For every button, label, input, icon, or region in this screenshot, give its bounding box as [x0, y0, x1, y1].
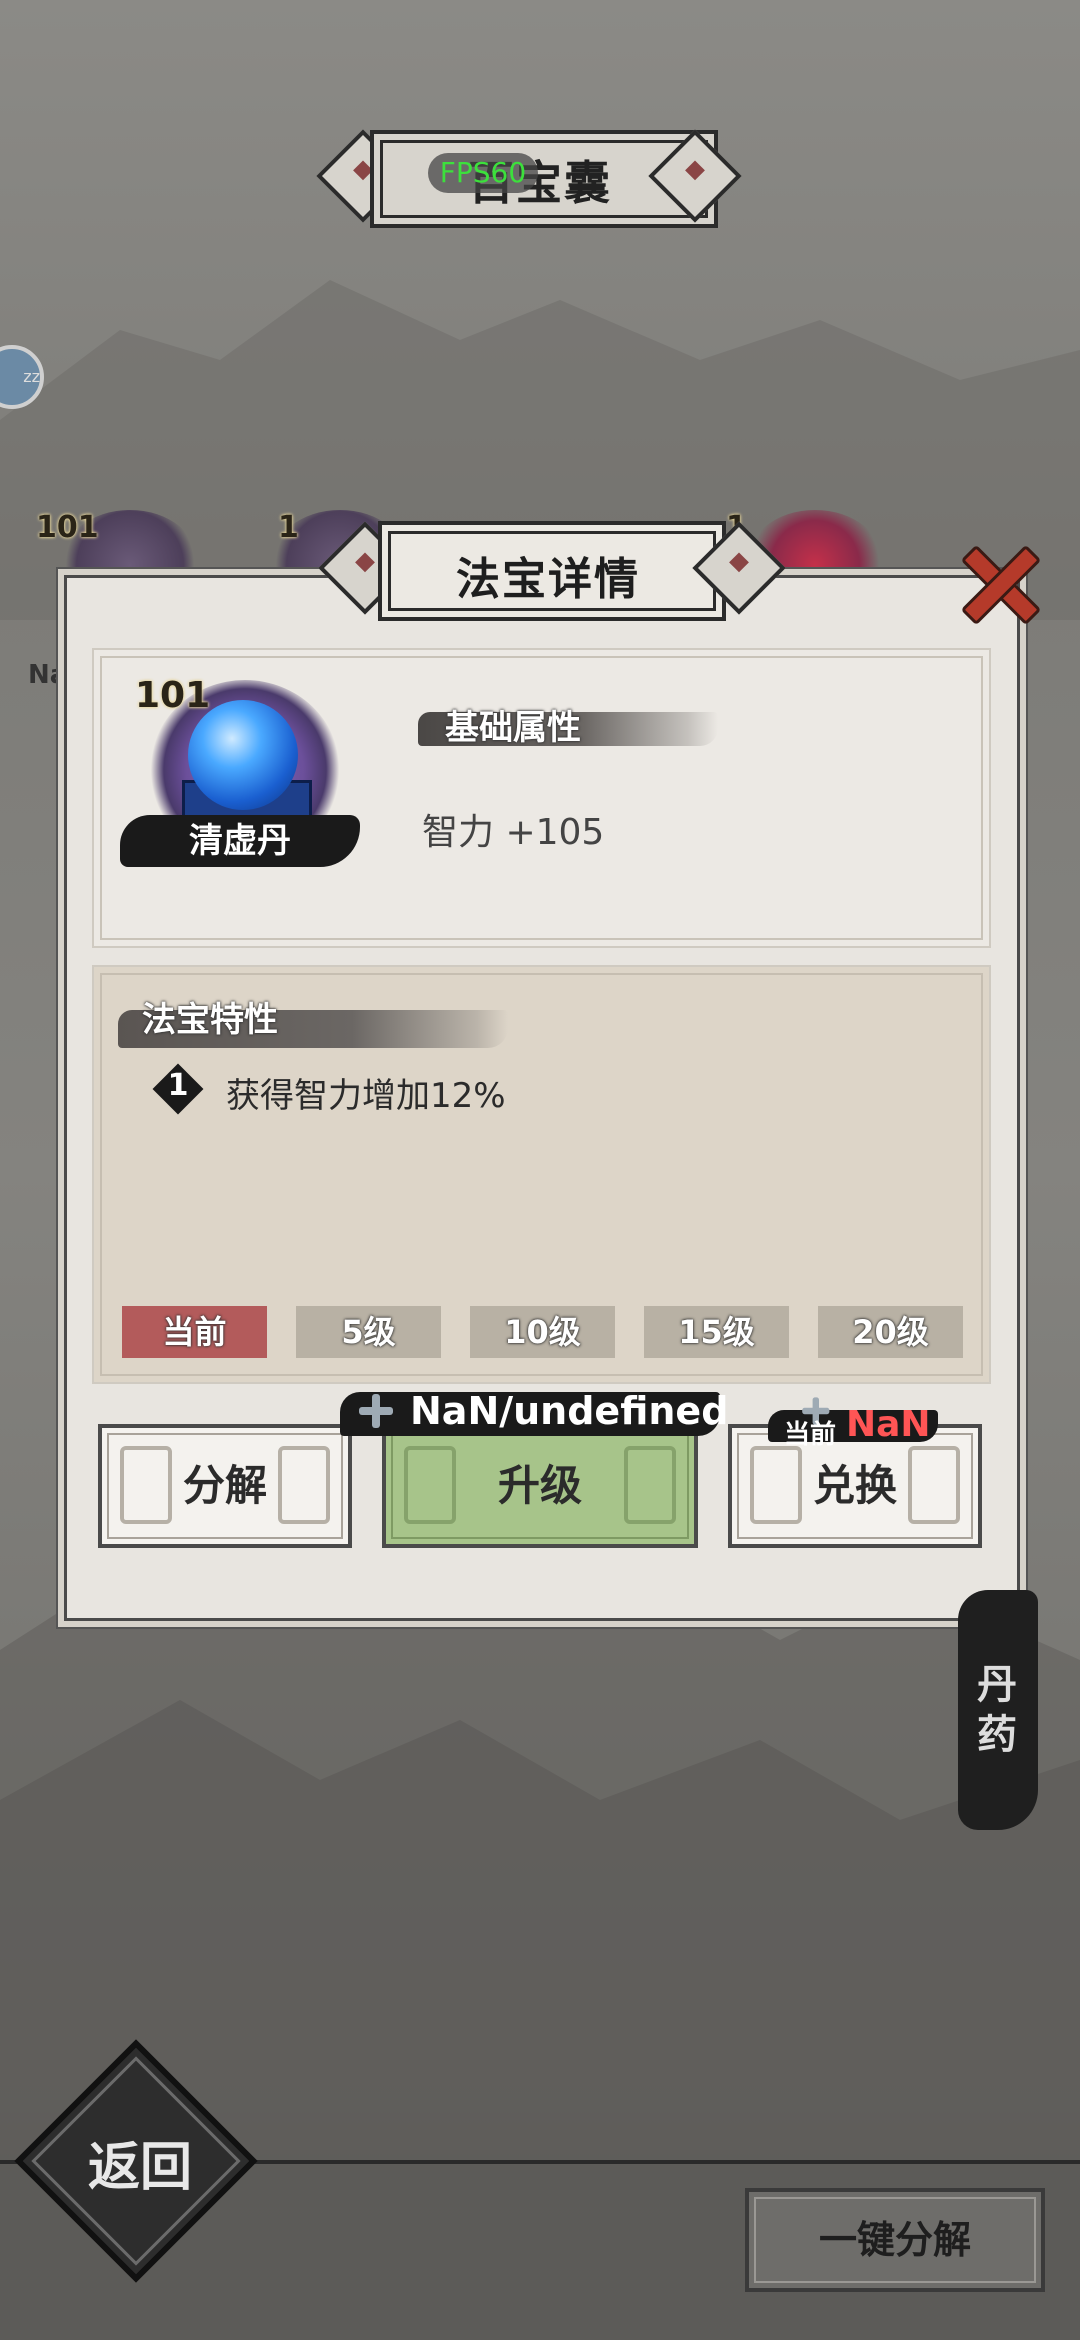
close-button[interactable]: [955, 540, 1042, 626]
button-ornament-right: [278, 1446, 330, 1524]
modal-title: 法宝详情: [456, 554, 640, 605]
button-ornament-right: [624, 1446, 676, 1524]
stat-intelligence: 智力 +105: [422, 812, 605, 853]
upgrade-cost: NaN/undefined: [410, 1389, 729, 1433]
screen-title-banner: 百宝囊: [316, 125, 750, 228]
modal-title-banner: 法宝详情: [318, 517, 786, 621]
button-ornament-right: [908, 1446, 960, 1524]
trait-number: 1: [167, 1068, 189, 1103]
decompose-button[interactable]: 分解: [98, 1424, 352, 1548]
screen-title: 百宝囊: [468, 156, 612, 210]
item-orb-icon[interactable]: [188, 700, 298, 810]
basic-attr-label: 基础属性: [445, 708, 581, 748]
exchange-label: 兑换: [812, 1461, 897, 1510]
button-ornament-left: [120, 1446, 172, 1524]
fps-counter: FPS60: [428, 153, 538, 193]
decompose-label: 分解: [182, 1461, 267, 1510]
button-ornament-left: [750, 1446, 802, 1524]
item-name: 清虚丹: [120, 815, 360, 867]
side-tab-label: 丹药: [977, 1662, 1017, 1758]
exchange-current-value: NaN: [846, 1404, 931, 1445]
back-label: 返回: [87, 2138, 192, 2198]
level-tab-10[interactable]: 10级: [470, 1306, 615, 1358]
trait-label: 法宝特性: [142, 1000, 278, 1040]
item-level-badge: 101: [135, 675, 211, 716]
upgrade-label: 升级: [497, 1461, 582, 1510]
one-key-decompose-button[interactable]: 一键分解: [745, 2188, 1045, 2292]
button-ornament-left: [404, 1446, 456, 1524]
material-icon: [358, 1394, 392, 1428]
level-tab-20[interactable]: 20级: [818, 1306, 963, 1358]
side-partial-label: Na: [28, 660, 68, 690]
trait-text: 获得智力增加12%: [226, 1076, 506, 1116]
level-tab-15[interactable]: 15级: [644, 1306, 789, 1358]
background-item-1-level: 101: [36, 510, 99, 545]
exchange-current-label: 当前: [784, 1420, 837, 1450]
upgrade-button[interactable]: 升级: [382, 1424, 698, 1548]
level-tab-5[interactable]: 5级: [296, 1306, 441, 1358]
level-tab-current[interactable]: 当前: [122, 1306, 267, 1358]
background-item-2-level: 1: [278, 510, 299, 545]
